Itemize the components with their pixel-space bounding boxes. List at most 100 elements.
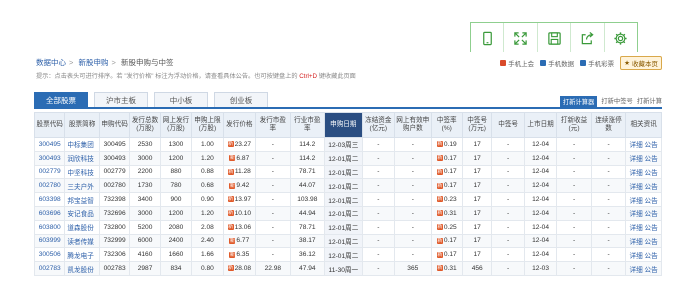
expand-icon[interactable] <box>504 23 538 53</box>
column-header[interactable]: 打新收益(元) <box>556 112 592 138</box>
table-row[interactable]: 002783 凯龙股份 002783 2987 834 0.80 新 28.08 22.98 47… <box>33 261 662 276</box>
tab-gem[interactable]: 创业板 <box>214 92 268 108</box>
column-header[interactable]: 冻结资金(亿元) <box>361 112 396 138</box>
column-header[interactable]: 中签号(万元) <box>461 112 493 138</box>
table-cell[interactable]: 603398 <box>33 192 66 207</box>
table-cell[interactable]: 读者传媒 <box>64 233 100 249</box>
table-cell[interactable]: 300495 <box>33 137 66 152</box>
column-header[interactable]: 连续涨停数 <box>590 112 627 138</box>
table-cell[interactable]: 邦宝益智 <box>64 192 100 207</box>
table-cell: - <box>394 233 432 249</box>
column-header[interactable]: 股票代码 <box>33 112 66 138</box>
share-icon[interactable] <box>571 23 605 53</box>
table-cell[interactable]: 润欣科技 <box>64 150 100 166</box>
badge-icon: 新 <box>436 251 443 258</box>
table-cell: 365 <box>394 261 432 276</box>
gear-icon[interactable] <box>605 23 637 53</box>
winning-number-link[interactable]: 打新中签号 <box>601 96 632 107</box>
table-cell[interactable]: 002783 <box>33 261 66 276</box>
column-header[interactable]: 行业市盈率 <box>289 112 326 138</box>
table-cell[interactable]: 详细 公告 <box>625 247 662 263</box>
table-cell: - <box>491 219 525 235</box>
table-cell[interactable]: 腾龙电子 <box>64 247 100 263</box>
table-cell[interactable]: 详细 公告 <box>625 205 662 221</box>
table-cell[interactable]: 三夫户外 <box>64 178 100 194</box>
table-cell[interactable]: 中标集团 <box>64 137 100 152</box>
table-row[interactable]: 002780 三夫户外 002780 1730 780 0.68 新 9.42-44.07 12… <box>33 178 662 194</box>
table-cell[interactable]: 603800 <box>33 219 66 235</box>
table-cell[interactable]: 安记食品 <box>64 205 100 221</box>
table-cell[interactable]: 603999 <box>33 233 66 249</box>
table-cell: 12-04 <box>523 233 558 249</box>
table-cell: 新 0.25 <box>430 219 463 235</box>
table-cell: 3000 <box>129 150 161 166</box>
table-cell: 17 <box>461 164 493 180</box>
tab-sh-main[interactable]: 沪市主板 <box>94 92 148 108</box>
table-cell[interactable]: 300506 <box>33 247 66 263</box>
table-cell: - <box>590 261 627 276</box>
column-header[interactable]: 中签率(%) <box>430 112 463 138</box>
tab-sme[interactable]: 中小板 <box>154 92 208 108</box>
table-cell[interactable]: 详细 公告 <box>625 150 662 166</box>
save-icon[interactable] <box>538 23 572 53</box>
tab-all-stocks[interactable]: 全部股票 <box>34 92 88 108</box>
column-header[interactable]: 上市日期 <box>523 112 558 138</box>
column-header[interactable]: 申购日期 <box>324 112 363 138</box>
tab-right-links: 打新计算器 打新中签号 打新计算 <box>559 96 662 107</box>
breadcrumb-item[interactable]: 新股申购 <box>78 58 108 67</box>
table-row[interactable]: 603398 邦宝益智 732398 3400 900 0.90 新 13.97-103.98… <box>33 192 662 207</box>
favorite-button[interactable]: ★ 收藏本页 <box>620 56 662 70</box>
table-row[interactable]: 603999 读者传媒 732999 6000 2400 2.40 新 6.77-38.17 1… <box>33 233 662 249</box>
tablet-icon[interactable] <box>471 23 505 53</box>
ipo-calc-link[interactable]: 打新计算 <box>637 96 662 107</box>
table-cell[interactable]: 道森股份 <box>64 219 100 235</box>
table-row[interactable]: 002779 中坚科技 002779 2200 880 0.88 新 11.28-78.71 1… <box>33 164 662 180</box>
table-cell[interactable]: 详细 公告 <box>625 233 662 249</box>
table-cell: 1.20 <box>191 150 224 166</box>
table-cell: - <box>556 205 592 221</box>
table-cell: - <box>361 219 396 235</box>
column-header[interactable]: 申购代码 <box>98 112 131 138</box>
table-cell[interactable]: 002780 <box>33 178 66 194</box>
mobile-data-link[interactable]: 手机数据 <box>540 58 574 68</box>
table-cell[interactable]: 603696 <box>33 205 66 221</box>
mobile-lottery-link[interactable]: 手机彩票 <box>580 58 614 68</box>
table-cell[interactable]: 详细 公告 <box>625 178 662 194</box>
badge-icon: 新 <box>227 265 234 272</box>
column-header[interactable]: 申购上限(万股) <box>191 112 224 138</box>
table-cell: - <box>394 178 432 194</box>
table-cell: 22.98 <box>255 261 291 276</box>
table-cell: 2.40 <box>191 233 224 249</box>
column-header[interactable]: 发行市盈率 <box>255 112 291 138</box>
table-row[interactable]: 603800 道森股份 732800 5200 2080 2.08 新 13.06-78.71… <box>33 219 662 235</box>
column-header[interactable]: 发行价格 <box>222 112 257 138</box>
ipo-calculator-button[interactable]: 打新计算器 <box>559 96 598 107</box>
table-cell[interactable]: 凯龙股份 <box>64 261 100 276</box>
table-cell[interactable]: 详细 公告 <box>625 219 662 235</box>
table-cell[interactable]: 详细 公告 <box>625 261 662 276</box>
table-row[interactable]: 300506 腾龙电子 732306 4160 1660 1.66 新 6.35-36.12 1… <box>33 247 662 263</box>
mobile-meeting-link[interactable]: 手机上会 <box>500 58 534 68</box>
table-row[interactable]: 300495 中标集团 300495 2530 1300 1.00 新 23.27-114.2… <box>33 137 662 152</box>
table-cell[interactable]: 详细 公告 <box>625 192 662 207</box>
table-cell: 103.98 <box>289 192 326 207</box>
table-cell: - <box>394 219 432 235</box>
column-header[interactable]: 发行总数(万股) <box>129 112 161 138</box>
table-row[interactable]: 300493 润欣科技 300493 3000 1200 1.20 新 6.87-114.2 1… <box>33 150 662 166</box>
table-row[interactable]: 603696 安记食品 732696 3000 1200 1.20 新 10.10-44.94… <box>33 205 662 221</box>
table-cell: 2400 <box>159 233 193 249</box>
table-cell[interactable]: 中坚科技 <box>64 164 100 180</box>
table-cell: 17 <box>461 233 493 249</box>
column-header[interactable]: 网上发行(万股) <box>159 112 193 138</box>
table-cell: 900 <box>159 192 193 207</box>
breadcrumb-item[interactable]: 数据中心 <box>36 58 66 67</box>
column-header[interactable]: 中签号 <box>491 112 525 138</box>
column-header[interactable]: 股票简称 <box>64 112 100 138</box>
table-cell[interactable]: 002779 <box>33 164 66 180</box>
table-cell[interactable]: 详细 公告 <box>625 164 662 180</box>
column-header[interactable]: 网上有效申购户数 <box>394 112 432 138</box>
table-cell: - <box>361 261 396 276</box>
table-cell[interactable]: 300493 <box>33 150 66 166</box>
column-header[interactable]: 相关资讯 <box>625 112 662 138</box>
table-cell[interactable]: 详细 公告 <box>625 137 662 152</box>
